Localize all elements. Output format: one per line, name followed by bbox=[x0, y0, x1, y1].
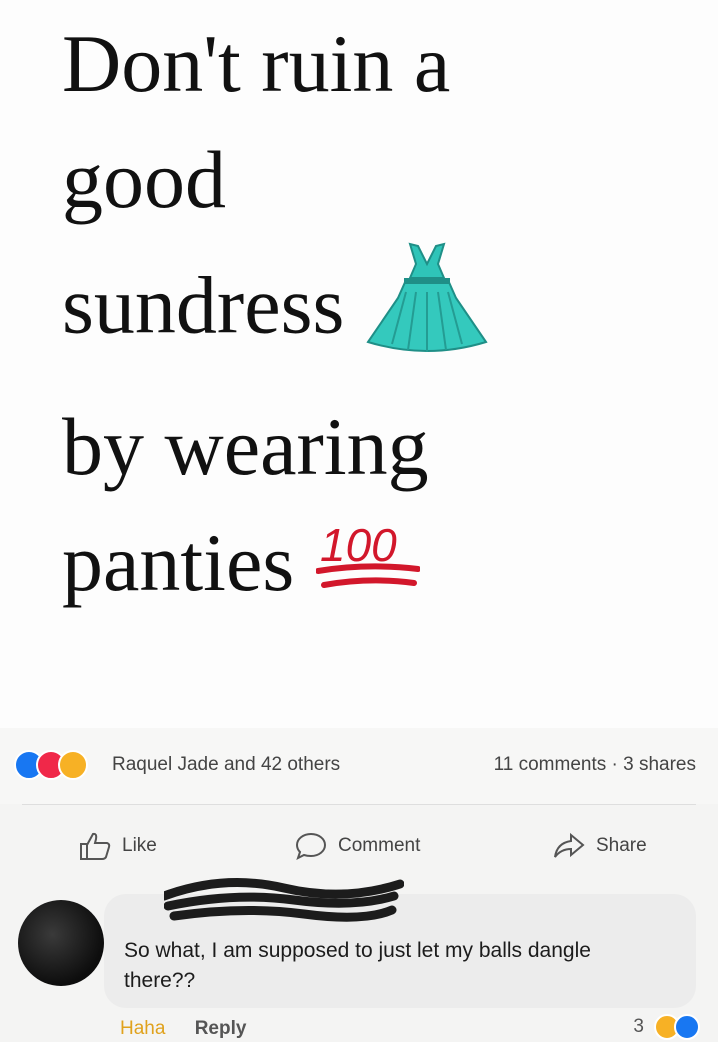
comment-section: So what, I am supposed to just let my ba… bbox=[0, 870, 718, 1042]
post-line-1: Don't ruin a bbox=[62, 18, 451, 109]
post-line-2: good bbox=[62, 134, 226, 225]
like-button[interactable]: Like bbox=[78, 831, 157, 861]
reaction-names-link[interactable]: Raquel Jade and 42 others bbox=[112, 754, 340, 776]
comment-text: So what, I am supposed to just let my ba… bbox=[124, 939, 591, 992]
comment-button[interactable]: Comment bbox=[294, 831, 420, 861]
speech-bubble-icon bbox=[294, 831, 328, 861]
thumbs-up-icon bbox=[78, 831, 112, 861]
divider bbox=[22, 804, 696, 805]
post-line-5: panties 100 bbox=[62, 505, 488, 634]
comment-label: Comment bbox=[338, 835, 421, 856]
commenter-avatar[interactable] bbox=[18, 900, 104, 986]
post-card: Don't ruin a good sundress by wearing pa… bbox=[0, 0, 718, 728]
like-label: Like bbox=[122, 835, 157, 856]
comments-shares-count[interactable]: 11 comments · 3 shares bbox=[494, 754, 696, 776]
like-reaction-icon bbox=[674, 1014, 700, 1040]
redaction-scribble bbox=[159, 866, 405, 941]
dress-emoji bbox=[366, 238, 489, 389]
comment-reaction-count: 3 bbox=[633, 1016, 644, 1037]
post-text: Don't ruin a good sundress by wearing pa… bbox=[62, 6, 489, 634]
share-button[interactable]: Share bbox=[552, 831, 647, 861]
share-arrow-icon bbox=[552, 831, 586, 861]
share-label: Share bbox=[596, 835, 647, 856]
haha-reaction-icon bbox=[58, 750, 88, 780]
hundred-glyph: 100 bbox=[320, 519, 397, 571]
reply-link[interactable]: Reply bbox=[195, 1018, 247, 1039]
post-line-5-text: panties bbox=[62, 517, 295, 608]
post-line-3-text: sundress bbox=[62, 259, 345, 351]
post-line-3: sundress bbox=[62, 238, 489, 389]
comment-reaction-summary[interactable]: 3 bbox=[633, 1014, 700, 1040]
reaction-stats-bar: Raquel Jade and 42 others 11 comments · … bbox=[0, 728, 718, 804]
hundred-points-emoji: 100 bbox=[315, 509, 422, 634]
comment-bubble: So what, I am supposed to just let my ba… bbox=[104, 878, 696, 1008]
post-line-4: by wearing bbox=[62, 401, 429, 492]
comment-actions: Haha Reply bbox=[120, 1018, 246, 1040]
haha-reaction-link[interactable]: Haha bbox=[120, 1018, 165, 1039]
